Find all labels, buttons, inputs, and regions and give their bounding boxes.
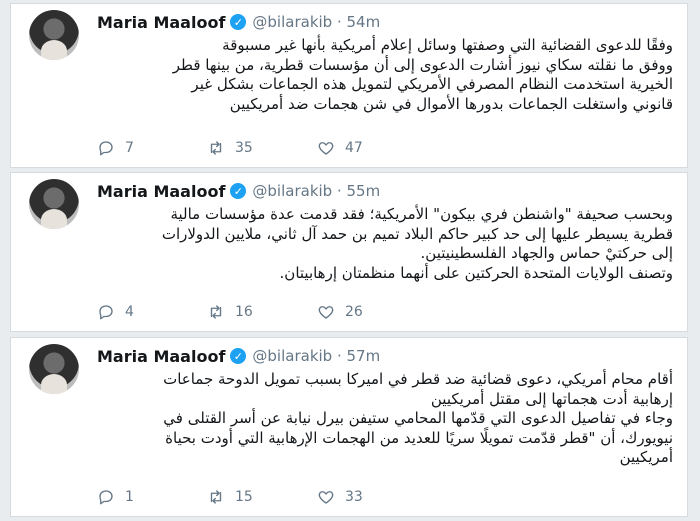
- retweet-icon: [210, 141, 222, 155]
- tweet-line: إلى حركتيْ حماس والجهاد الفلسطينيتين.: [420, 244, 673, 262]
- reply-icon: [99, 141, 113, 156]
- tweet-card[interactable]: Maria Maaloof ✓ @bilarakib · 54m وفقًا ل…: [10, 3, 688, 168]
- avatar[interactable]: [29, 10, 79, 60]
- tweet-header: Maria Maaloof ✓ @bilarakib · 55m: [97, 179, 380, 203]
- reply-count: 7: [125, 140, 134, 156]
- reply-icon: [99, 305, 113, 320]
- author-handle[interactable]: @bilarakib: [252, 182, 332, 200]
- tweet-header: Maria Maaloof ✓ @bilarakib · 57m: [97, 344, 380, 368]
- reply-button[interactable]: 4: [97, 303, 207, 321]
- tweet-line: وجاء في تفاصيل الدعوى التي قدّمها المحام…: [163, 409, 673, 427]
- tweet-line: أقام محام أمريكي، دعوى قضائية ضد قطر في …: [163, 370, 673, 388]
- verified-badge-icon: ✓: [230, 183, 247, 199]
- tweet-line: وبحسب صحيفة "واشنطن فري بيكون" الأمريكية…: [170, 205, 673, 223]
- separator-dot: ·: [332, 13, 347, 31]
- separator-dot: ·: [332, 182, 347, 200]
- tweet-line: الخيرية استخدمت النظام المصرفي الأمريكي …: [191, 75, 673, 93]
- heart-icon: [318, 142, 334, 155]
- tweet-actions: 1 15 33: [97, 486, 427, 508]
- tweet-line: وتصنف الولايات المتحدة الحركتين على أنهم…: [279, 263, 673, 282]
- tweet-line: قانوني واستغلت الجماعات بدورها الأموال ف…: [229, 94, 673, 113]
- timestamp[interactable]: 55m: [347, 182, 381, 200]
- retweet-count: 15: [235, 489, 253, 505]
- tweet-header: Maria Maaloof ✓ @bilarakib · 54m: [97, 10, 380, 34]
- like-count: 33: [345, 489, 363, 505]
- reply-button[interactable]: 1: [97, 488, 207, 506]
- separator-dot: ·: [332, 347, 347, 365]
- author-handle[interactable]: @bilarakib: [252, 347, 332, 365]
- avatar[interactable]: [29, 179, 79, 229]
- tweet-line: وفقًا للدعوى القضائية التي وصفتها وسائل …: [222, 36, 673, 54]
- tweet-actions: 4 16 26: [97, 301, 427, 323]
- reply-button[interactable]: 7: [97, 139, 207, 157]
- verified-badge-icon: ✓: [230, 14, 247, 30]
- avatar[interactable]: [29, 344, 79, 394]
- retweet-button[interactable]: 16: [207, 303, 317, 321]
- author-handle[interactable]: @bilarakib: [252, 13, 332, 31]
- tweet-text: وفقًا للدعوى القضائية التي وصفتها وسائل …: [97, 36, 673, 114]
- tweet-actions: 7 35 47: [97, 137, 427, 159]
- verified-badge-icon: ✓: [230, 348, 247, 364]
- tweet-line: إرهابية أدت هجماتها إلى مقتل أمريكيين: [430, 389, 673, 408]
- like-count: 47: [345, 140, 363, 156]
- tweet-line: قطرية يسيطر عليها إلى حد كبير حاكم البلا…: [161, 224, 673, 243]
- retweet-button[interactable]: 15: [207, 488, 317, 506]
- like-button[interactable]: 47: [317, 139, 427, 157]
- retweet-icon: [210, 490, 222, 504]
- retweet-icon: [210, 305, 222, 319]
- retweet-button[interactable]: 35: [207, 139, 317, 157]
- tweet-text: أقام محام أمريكي، دعوى قضائية ضد قطر في …: [97, 370, 673, 468]
- reply-count: 1: [125, 489, 134, 505]
- heart-icon: [318, 491, 334, 504]
- reply-count: 4: [125, 304, 134, 320]
- like-button[interactable]: 26: [317, 303, 427, 321]
- tweet-text: وبحسب صحيفة "واشنطن فري بيكون" الأمريكية…: [97, 205, 673, 283]
- tweet-line: نيويورك، أن "قطر قدّمت تمويلًا سريًا للع…: [165, 428, 673, 447]
- tweet-card[interactable]: Maria Maaloof ✓ @bilarakib · 55m وبحسب ص…: [10, 172, 688, 332]
- tweet-line: ووفق ما نقلته سكاي نيوز أشارت الدعوى إلى…: [172, 55, 673, 74]
- tweet-card[interactable]: Maria Maaloof ✓ @bilarakib · 57m أقام مح…: [10, 337, 688, 517]
- timestamp[interactable]: 57m: [347, 347, 381, 365]
- reply-icon: [99, 490, 113, 505]
- heart-icon: [318, 306, 334, 319]
- like-count: 26: [345, 304, 363, 320]
- retweet-count: 16: [235, 304, 253, 320]
- author-name[interactable]: Maria Maaloof: [97, 347, 225, 366]
- tweet-line: أمريكيين: [619, 448, 673, 466]
- retweet-count: 35: [235, 140, 253, 156]
- like-button[interactable]: 33: [317, 488, 427, 506]
- author-name[interactable]: Maria Maaloof: [97, 13, 225, 32]
- timestamp[interactable]: 54m: [347, 13, 381, 31]
- author-name[interactable]: Maria Maaloof: [97, 182, 225, 201]
